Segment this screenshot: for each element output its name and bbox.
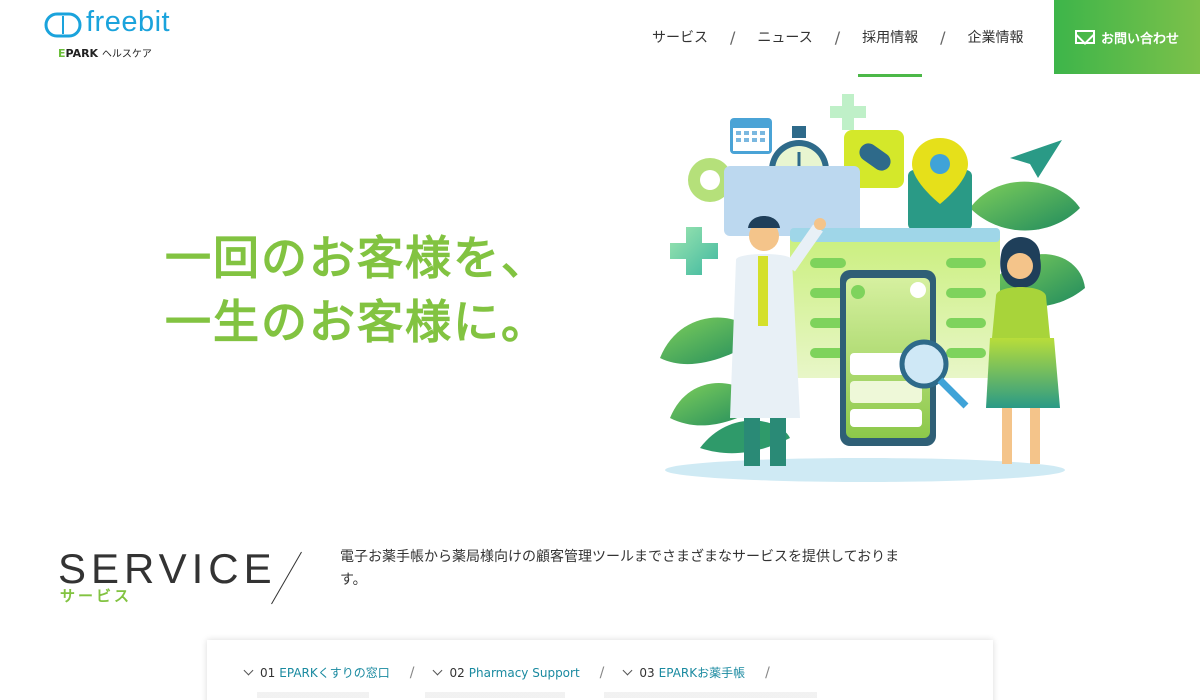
chevron-down-icon	[433, 665, 443, 676]
tab-service-01[interactable]: 01 EPARKくすりの窓口	[243, 664, 390, 681]
tab-number: 02	[449, 665, 465, 680]
nav-item-service[interactable]: サービス	[640, 0, 720, 74]
contact-button[interactable]: お問い合わせ	[1054, 0, 1200, 74]
section-description: 電子お薬手帳から薬局様向けの顧客管理ツールまでさまざまなサービスを提供しておりま…	[340, 549, 900, 588]
tab-number: 01	[260, 665, 276, 680]
tab-separator: /	[409, 664, 415, 681]
tab-separator: /	[599, 664, 605, 681]
service-tabs: 01 EPARKくすりの窓口 / 02 Pharmacy Support / 0…	[243, 664, 790, 681]
chevron-down-icon	[243, 665, 254, 676]
logo[interactable]: freebit EPARK ヘルスケア	[44, 6, 194, 62]
tab-separator: /	[765, 664, 770, 681]
chevron-down-icon	[622, 665, 633, 676]
section-title-jp: サービス	[60, 587, 133, 605]
service-tabs-panel: 01 EPARKくすりの窓口 / 02 Pharmacy Support / 0…	[207, 640, 993, 700]
tab-label: EPARKくすりの窓口	[279, 666, 390, 680]
freebit-logo-icon	[44, 12, 82, 38]
hero-illustration	[660, 94, 1085, 482]
nav-separator: /	[834, 27, 841, 47]
tab-service-02[interactable]: 02 Pharmacy Support	[433, 665, 580, 680]
nav-item-recruit[interactable]: 採用情報	[850, 0, 930, 77]
mail-icon	[1074, 30, 1095, 44]
tab-number: 03	[639, 665, 655, 680]
nav-separator: /	[940, 27, 946, 47]
nav-item-company[interactable]: 企業情報	[955, 0, 1035, 74]
tab-service-03[interactable]: 03 EPARKお薬手帳	[622, 664, 746, 681]
site-header: freebit EPARK ヘルスケア サービス / ニュース / 採用情報 /…	[0, 0, 1200, 77]
nav-separator: /	[730, 27, 736, 47]
nav-item-news[interactable]: ニュース	[745, 0, 824, 74]
main-nav: サービス / ニュース / 採用情報 / 企業情報	[640, 0, 1035, 77]
logo-subtitle: EPARK ヘルスケア	[58, 47, 152, 60]
logo-text: freebit	[86, 6, 171, 38]
hero-title: 一回のお客様を、 一生のお客様に。	[165, 226, 549, 354]
tab-label: Pharmacy Support	[468, 665, 580, 680]
hero-line-1: 一回のお客様を、	[165, 231, 549, 285]
hero-line-2: 一生のお客様に。	[165, 295, 549, 349]
contact-button-label: お問い合わせ	[1100, 31, 1179, 47]
cutoff-row	[257, 692, 817, 698]
tab-label: EPARKお薬手帳	[658, 666, 746, 680]
